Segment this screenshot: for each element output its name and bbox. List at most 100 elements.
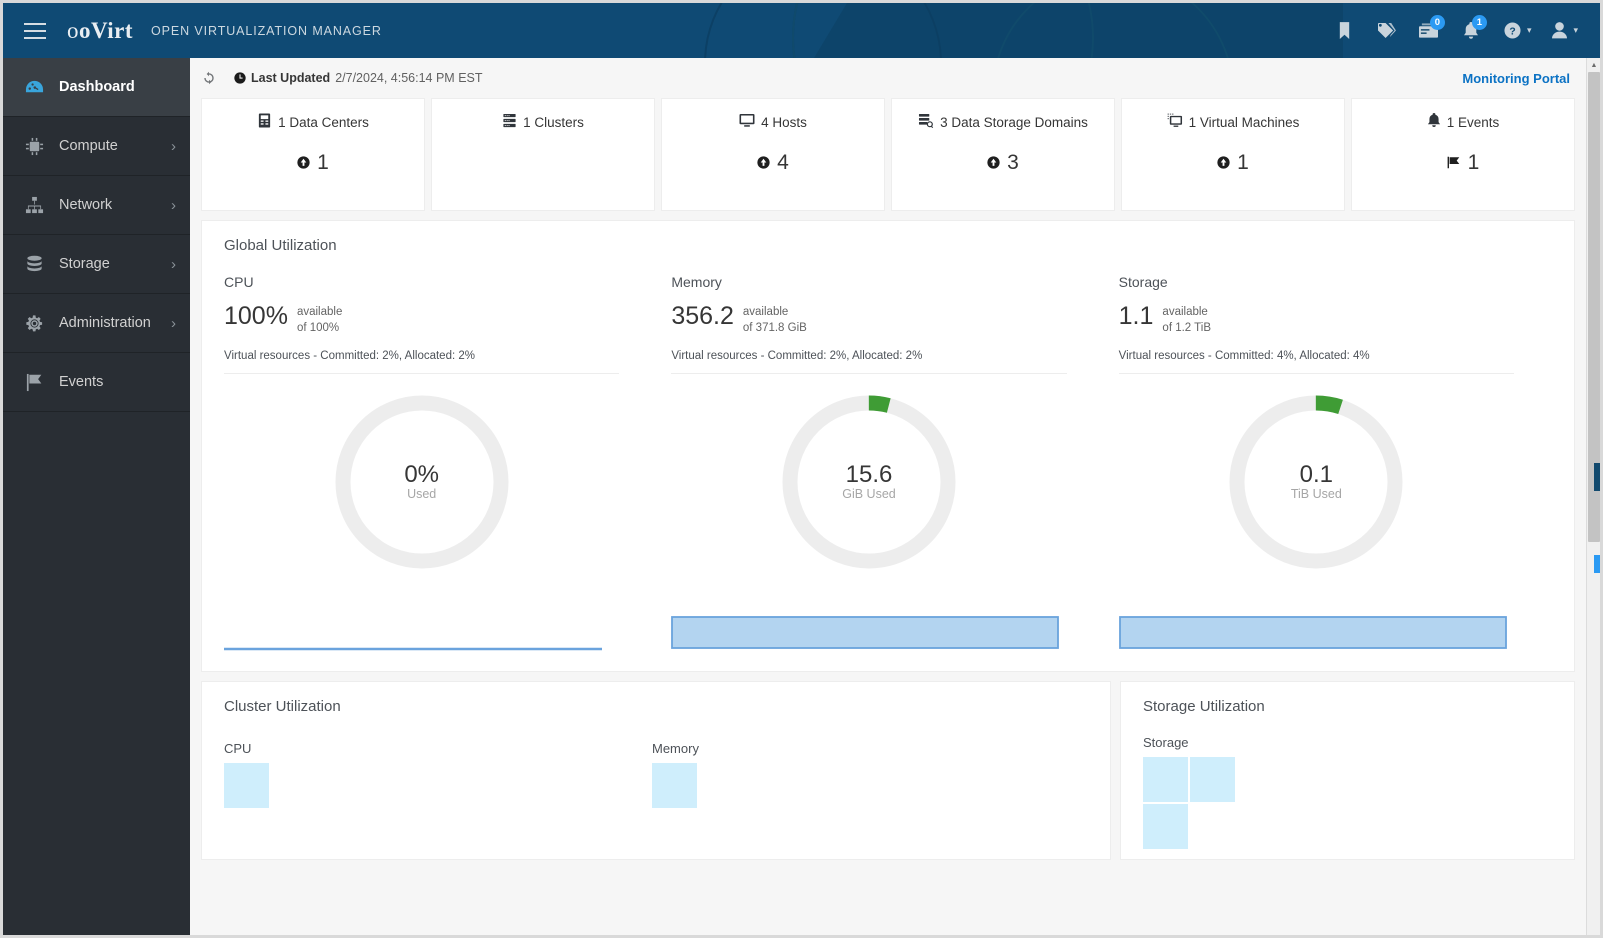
heatmap-label: CPU (224, 741, 252, 757)
user-menu[interactable]: ▾ (1541, 11, 1582, 51)
vertical-scrollbar[interactable]: ▲ (1586, 58, 1600, 935)
bookmark-icon[interactable] (1327, 11, 1363, 51)
sidebar-item-events[interactable]: Events (3, 353, 190, 412)
heatmap-tile[interactable] (652, 763, 697, 809)
bell-icon[interactable]: 1 (1453, 11, 1489, 51)
gu-resource-name: Storage (1118, 274, 1168, 290)
kpi-count-value: 1 (317, 151, 329, 174)
global-utilization-cpu: CPU 100% available of 100% Virtual resou… (224, 274, 657, 651)
global-utilization-storage: Storage 1.1 available of 1.2 TiB Virtual… (1105, 274, 1552, 651)
last-updated-value: 2/7/2024, 4:56:14 PM EST (335, 71, 483, 85)
flag-icon (25, 373, 53, 392)
storage-heatmap (1143, 757, 1239, 850)
sidebar-item-dashboard[interactable]: Dashboard (3, 58, 190, 117)
sidebar-item-storage[interactable]: Storage › (3, 235, 190, 294)
kpi-card-data-storage-domains[interactable]: 3 Data Storage Domains 3 (891, 98, 1115, 211)
monitoring-portal-link[interactable]: Monitoring Portal (1462, 71, 1570, 86)
masthead: ooVirt OPEN VIRTUALIZATION MANAGER 0 1 ?… (3, 3, 1600, 58)
gu-available-of: of 1.2 TiB (1162, 321, 1212, 334)
heatmap-tile[interactable] (224, 763, 269, 809)
dashboard-toolbar: Last Updated 2/7/2024, 4:56:14 PM EST Mo… (190, 58, 1586, 98)
database-icon (25, 255, 53, 274)
sidebar-item-label: Dashboard (59, 79, 135, 95)
brand-logo[interactable]: ooVirt (67, 18, 133, 44)
gu-available: 100% available of 100% (224, 304, 619, 336)
kpi-card-hosts[interactable]: 4 Hosts 4 (661, 98, 885, 211)
chevron-right-icon: › (171, 314, 176, 332)
tasks-icon[interactable]: 0 (1411, 11, 1447, 51)
kpi-title-text: 1 Virtual Machines (1188, 114, 1300, 130)
kpi-count: 1 (1217, 151, 1249, 175)
sidebar-item-administration[interactable]: Administration › (3, 294, 190, 353)
tag-icon[interactable] (1369, 11, 1405, 51)
panel-title: Storage Utilization (1143, 698, 1265, 716)
kpi-card-data-centers[interactable]: 1 Data Centers 1 (201, 98, 425, 211)
refresh-icon[interactable] (202, 71, 216, 85)
memory-donut-chart[interactable]: 15.6 GiB Used (671, 374, 1066, 589)
kpi-title: 4 Hosts (739, 113, 807, 131)
help-icon[interactable]: ? (1495, 11, 1531, 51)
vm-icon (1167, 113, 1183, 131)
kpi-title-text: 1 Data Centers (278, 114, 369, 130)
flag-icon (1447, 151, 1461, 175)
kpi-card-clusters[interactable]: 1 Clusters (431, 98, 655, 211)
scroll-up-arrow-icon[interactable]: ▲ (1587, 58, 1600, 72)
memory-heatmap (652, 763, 748, 809)
sidebar-item-compute[interactable]: Compute › (3, 117, 190, 176)
chevron-right-icon: › (171, 255, 176, 273)
brand-logo-text: oVirt (79, 17, 134, 43)
kpi-title: 1 Events (1427, 113, 1499, 131)
sidebar-item-label: Administration (59, 315, 151, 331)
kpi-title: 1 Data Centers (257, 113, 369, 131)
storage-donut-chart[interactable]: 0.1 TiB Used (1119, 374, 1514, 589)
kpi-card-events[interactable]: 1 Events 1 (1351, 98, 1575, 211)
gu-virtual-resources: Virtual resources - Committed: 4%, Alloc… (1118, 350, 1514, 375)
chevron-right-icon: › (171, 196, 176, 214)
cpu-donut-chart[interactable]: 0% Used (224, 374, 619, 589)
help-menu[interactable]: ? ▾ (1495, 11, 1536, 51)
global-utilization-panel: Global Utilization CPU 100% available of… (201, 220, 1575, 673)
panel-title: Cluster Utilization (224, 698, 341, 716)
kpi-count-value: 3 (1007, 151, 1019, 174)
donut-sublabel: Used (407, 487, 437, 502)
donut-value: 0% (404, 460, 439, 488)
heatmap-tile[interactable] (1190, 757, 1235, 803)
host-monitor-icon (739, 113, 755, 131)
hamburger-icon[interactable] (3, 3, 67, 58)
heatmap-label: Storage (1143, 735, 1189, 751)
panel-title: Global Utilization (224, 237, 337, 254)
gu-available-value: 356.2 (671, 302, 734, 330)
gear-icon (25, 314, 53, 333)
cpu-sparkline-chart[interactable] (224, 589, 619, 651)
ovirt-dashboard-window: ooVirt OPEN VIRTUALIZATION MANAGER 0 1 ?… (0, 0, 1603, 938)
user-icon[interactable] (1541, 11, 1577, 51)
kpi-count: 1 (1447, 151, 1479, 175)
heatmap-tile[interactable] (1143, 804, 1188, 850)
kpi-count: 1 (297, 151, 329, 175)
gu-available-value: 100% (224, 302, 288, 330)
up-arrow-circle-icon (297, 151, 310, 175)
kpi-count-value: 4 (777, 151, 789, 174)
chevron-right-icon: › (171, 137, 176, 155)
cpu-chip-icon (25, 137, 53, 156)
gu-virtual-resources: Virtual resources - Committed: 2%, Alloc… (671, 350, 1067, 375)
cpu-heatmap (224, 763, 320, 809)
kpi-title: 3 Data Storage Domains (918, 113, 1088, 131)
kpi-title: 1 Virtual Machines (1167, 113, 1300, 131)
gu-available-units: available of 1.2 TiB (1162, 304, 1211, 336)
heatmap-label: Memory (652, 741, 699, 757)
memory-sparkline-chart[interactable] (671, 589, 1066, 651)
kpi-card-virtual-machines[interactable]: 1 Virtual Machines 1 (1121, 98, 1345, 211)
sidebar-item-label: Events (59, 374, 104, 390)
storage-sparkline-chart[interactable] (1118, 589, 1514, 651)
sidebar-item-network[interactable]: Network › (3, 176, 190, 235)
kpi-count: 3 (987, 151, 1019, 175)
gu-resource-name: Memory (671, 274, 722, 290)
heatmap-tile[interactable] (1143, 757, 1188, 803)
kpi-title-text: 3 Data Storage Domains (940, 114, 1088, 130)
masthead-actions: 0 1 ? ▾ ▾ (1327, 11, 1600, 51)
storage-utilization-panel: Storage Utilization Storage (1120, 681, 1575, 861)
gu-available: 356.2 available of 371.8 GiB (671, 304, 1066, 336)
bell-icon (1427, 113, 1441, 131)
main-content: Last Updated 2/7/2024, 4:56:14 PM EST Mo… (190, 58, 1586, 935)
